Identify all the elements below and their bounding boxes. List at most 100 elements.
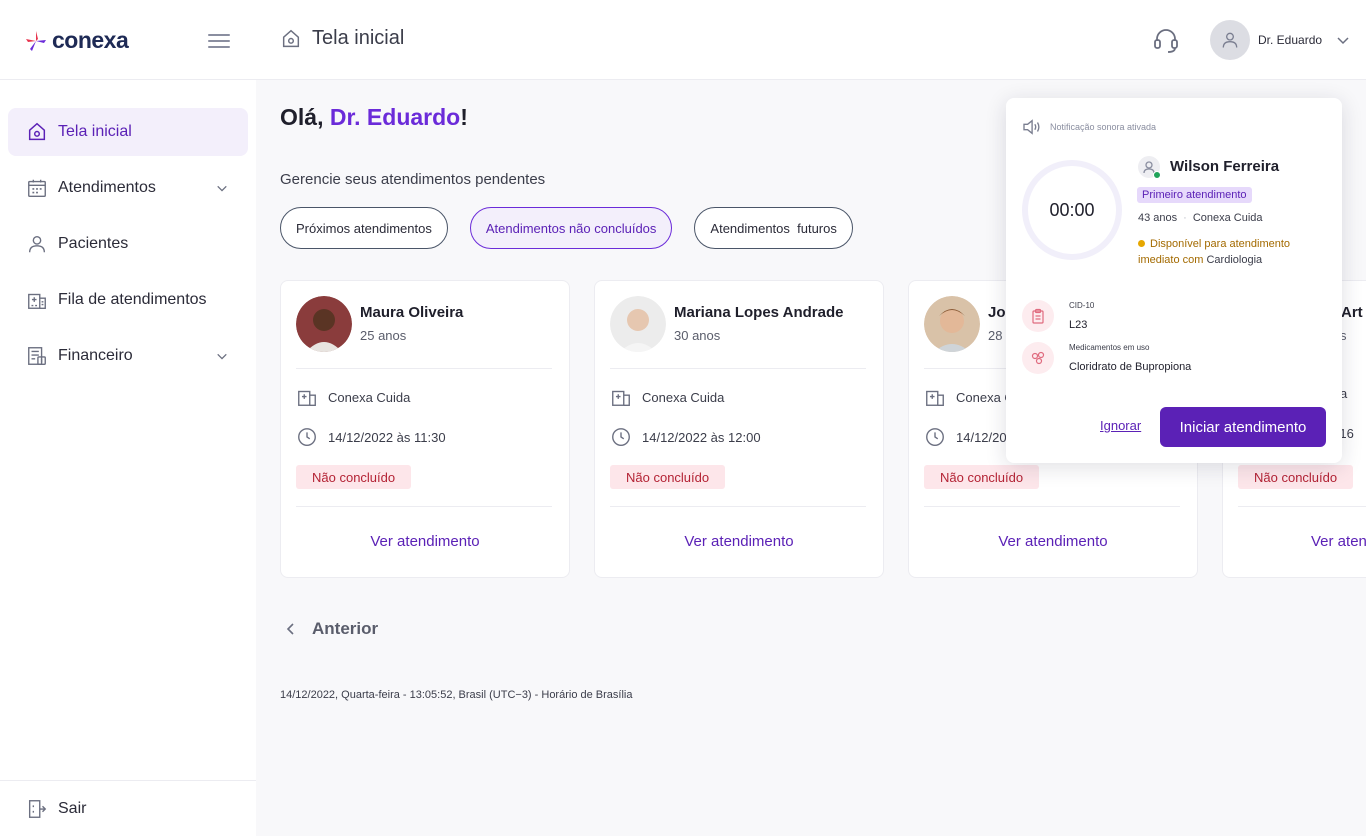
- sound-notification-status[interactable]: Notificação sonora ativada: [1022, 118, 1156, 136]
- patient-online-icon: [1138, 156, 1161, 179]
- previous-page-button[interactable]: Anterior: [284, 619, 378, 639]
- patient-age: 43 anos: [1138, 212, 1178, 224]
- headset-support-icon[interactable]: [1150, 24, 1182, 56]
- avatar: [1210, 20, 1250, 60]
- clinic-name: Conexa Cuida: [1192, 212, 1263, 224]
- appointment-card: Maura Oliveira 25 anos Conexa Cuida 14/1…: [280, 280, 570, 578]
- patient-photo: [610, 296, 666, 352]
- view-appointment-link[interactable]: Ver atendimento: [909, 533, 1197, 550]
- greeting-suffix: !: [460, 104, 468, 130]
- patient-photo: [296, 296, 352, 352]
- pills-icon: [1022, 342, 1054, 374]
- status-badge: Não concluído: [610, 465, 726, 489]
- incoming-appointment-popup: Notificação sonora ativada 00:00 Wilson …: [1006, 98, 1342, 463]
- view-appointment-link[interactable]: Ver atendimento: [281, 533, 569, 550]
- clock-icon: [926, 428, 944, 446]
- clinic-row: Conexa Cuida: [610, 386, 724, 408]
- availability-status: Disponível para atendimento imediato com…: [1138, 236, 1318, 268]
- datetime-row: 14/12/2022 às 12:00: [610, 426, 761, 448]
- sidebar-item-label: Financeiro: [58, 347, 133, 364]
- appointment-card: Mariana Lopes Andrade 30 anos Conexa Cui…: [594, 280, 884, 578]
- sidebar-item-finance[interactable]: Financeiro: [8, 332, 248, 380]
- divider: [610, 368, 866, 369]
- sidebar-item-queue[interactable]: Fila de atendimentos: [8, 276, 248, 324]
- status-badge: Não concluído: [1238, 465, 1354, 489]
- home-icon: [28, 122, 46, 141]
- patient-name: Jo: [988, 304, 1006, 321]
- top-bar: conexa Tela inicial Dr. Eduardo: [0, 0, 1366, 80]
- clinic-name: Conexa Cuida: [328, 389, 411, 405]
- divider: [1238, 506, 1366, 507]
- user-icon: [28, 235, 46, 253]
- logo-text: conexa: [52, 27, 129, 53]
- speaker-icon: [1023, 119, 1040, 135]
- chevron-down-icon: [217, 185, 227, 192]
- divider: [296, 506, 552, 507]
- greeting-name: Dr. Eduardo: [329, 104, 461, 130]
- chevron-down-icon: [1337, 37, 1349, 45]
- page-title: Tela inicial: [312, 27, 405, 49]
- patient-name: Maura Oliveira: [360, 304, 464, 321]
- divider: [610, 506, 866, 507]
- patient-name: Mariana Lopes Andrade: [674, 304, 844, 321]
- divider: [296, 368, 552, 369]
- filter-future[interactable]: Atendimentos futuros: [694, 207, 853, 249]
- greeting-prefix: Olá,: [280, 104, 324, 130]
- calendar-icon: [28, 179, 46, 197]
- ignore-button[interactable]: Ignorar: [1100, 418, 1141, 433]
- sidebar-item-label: Tela inicial: [58, 123, 132, 140]
- status-badge: Não concluído: [924, 465, 1040, 489]
- conexa-logo-icon: [26, 30, 46, 51]
- building-icon: [28, 293, 46, 309]
- logout-door-icon: [28, 800, 47, 818]
- patient-name: Art: [1341, 304, 1363, 321]
- cid-value: L23: [1069, 319, 1088, 331]
- logout-button[interactable]: Sair: [8, 785, 248, 833]
- patient-meta: 43 anos · Conexa Cuida: [1138, 212, 1263, 224]
- start-appointment-button[interactable]: Iniciar atendimento: [1160, 407, 1326, 447]
- sound-label: Notificação sonora ativada: [1050, 122, 1157, 132]
- logout-label: Sair: [58, 800, 87, 817]
- view-appointment-link[interactable]: Ver aten: [1311, 533, 1366, 550]
- clock-icon: [298, 428, 316, 446]
- datetime-row: 14/12/2022 às 11:30: [296, 426, 446, 448]
- sidebar-footer: Sair: [0, 780, 256, 836]
- medications-label: Medicamentos em uso: [1069, 343, 1150, 352]
- specialty-name: Cardiologia: [1206, 254, 1263, 266]
- user-name: Dr. Eduardo: [1258, 33, 1323, 47]
- call-timer: 00:00: [1022, 160, 1122, 260]
- clock-icon: [612, 428, 630, 446]
- filter-tabs: Próximos atendimentos Atendimentos não c…: [280, 207, 853, 249]
- clipboard-icon: [1022, 300, 1054, 332]
- building-icon: [298, 390, 316, 406]
- hamburger-menu-icon[interactable]: [208, 30, 232, 50]
- greeting: Olá, Dr. Eduardo!: [280, 104, 468, 131]
- clinic-row: Conexa Cuida: [296, 386, 410, 408]
- divider: [924, 506, 1180, 507]
- filter-not-concluded[interactable]: Atendimentos não concluídos: [469, 207, 673, 249]
- appointment-datetime: 14/12/20: [956, 429, 1007, 445]
- invoice-icon: [28, 347, 46, 365]
- pager-label: Anterior: [312, 619, 379, 638]
- building-icon: [926, 390, 944, 406]
- user-icon: [1222, 32, 1238, 48]
- conexa-logo[interactable]: conexa: [24, 27, 129, 54]
- user-menu[interactable]: Dr. Eduardo: [1210, 20, 1350, 60]
- patient-photo: [924, 296, 980, 352]
- filter-upcoming[interactable]: Próximos atendimentos: [280, 207, 448, 249]
- first-appointment-badge: Primeiro atendimento: [1137, 187, 1252, 203]
- sidebar: Tela inicial Atendimentos Pacientes Fila…: [0, 80, 256, 836]
- patient-name: Wilson Ferreira: [1170, 158, 1280, 175]
- view-appointment-link[interactable]: Ver atendimento: [595, 533, 883, 550]
- breadcrumb: Tela inicial: [280, 27, 404, 50]
- home-icon: [282, 29, 300, 47]
- sidebar-item-label: Pacientes: [58, 235, 129, 252]
- sidebar-item-patients[interactable]: Pacientes: [8, 220, 248, 268]
- sidebar-item-home[interactable]: Tela inicial: [8, 108, 248, 156]
- appointment-datetime: 14/12/2022 às 12:00: [642, 429, 761, 445]
- sidebar-item-appointments[interactable]: Atendimentos: [8, 164, 248, 212]
- chevron-left-icon: [286, 623, 294, 635]
- patient-age: 25 anos: [360, 328, 407, 343]
- status-badge: Não concluído: [296, 465, 412, 489]
- datetime-row: 14/12/20: [924, 426, 1007, 448]
